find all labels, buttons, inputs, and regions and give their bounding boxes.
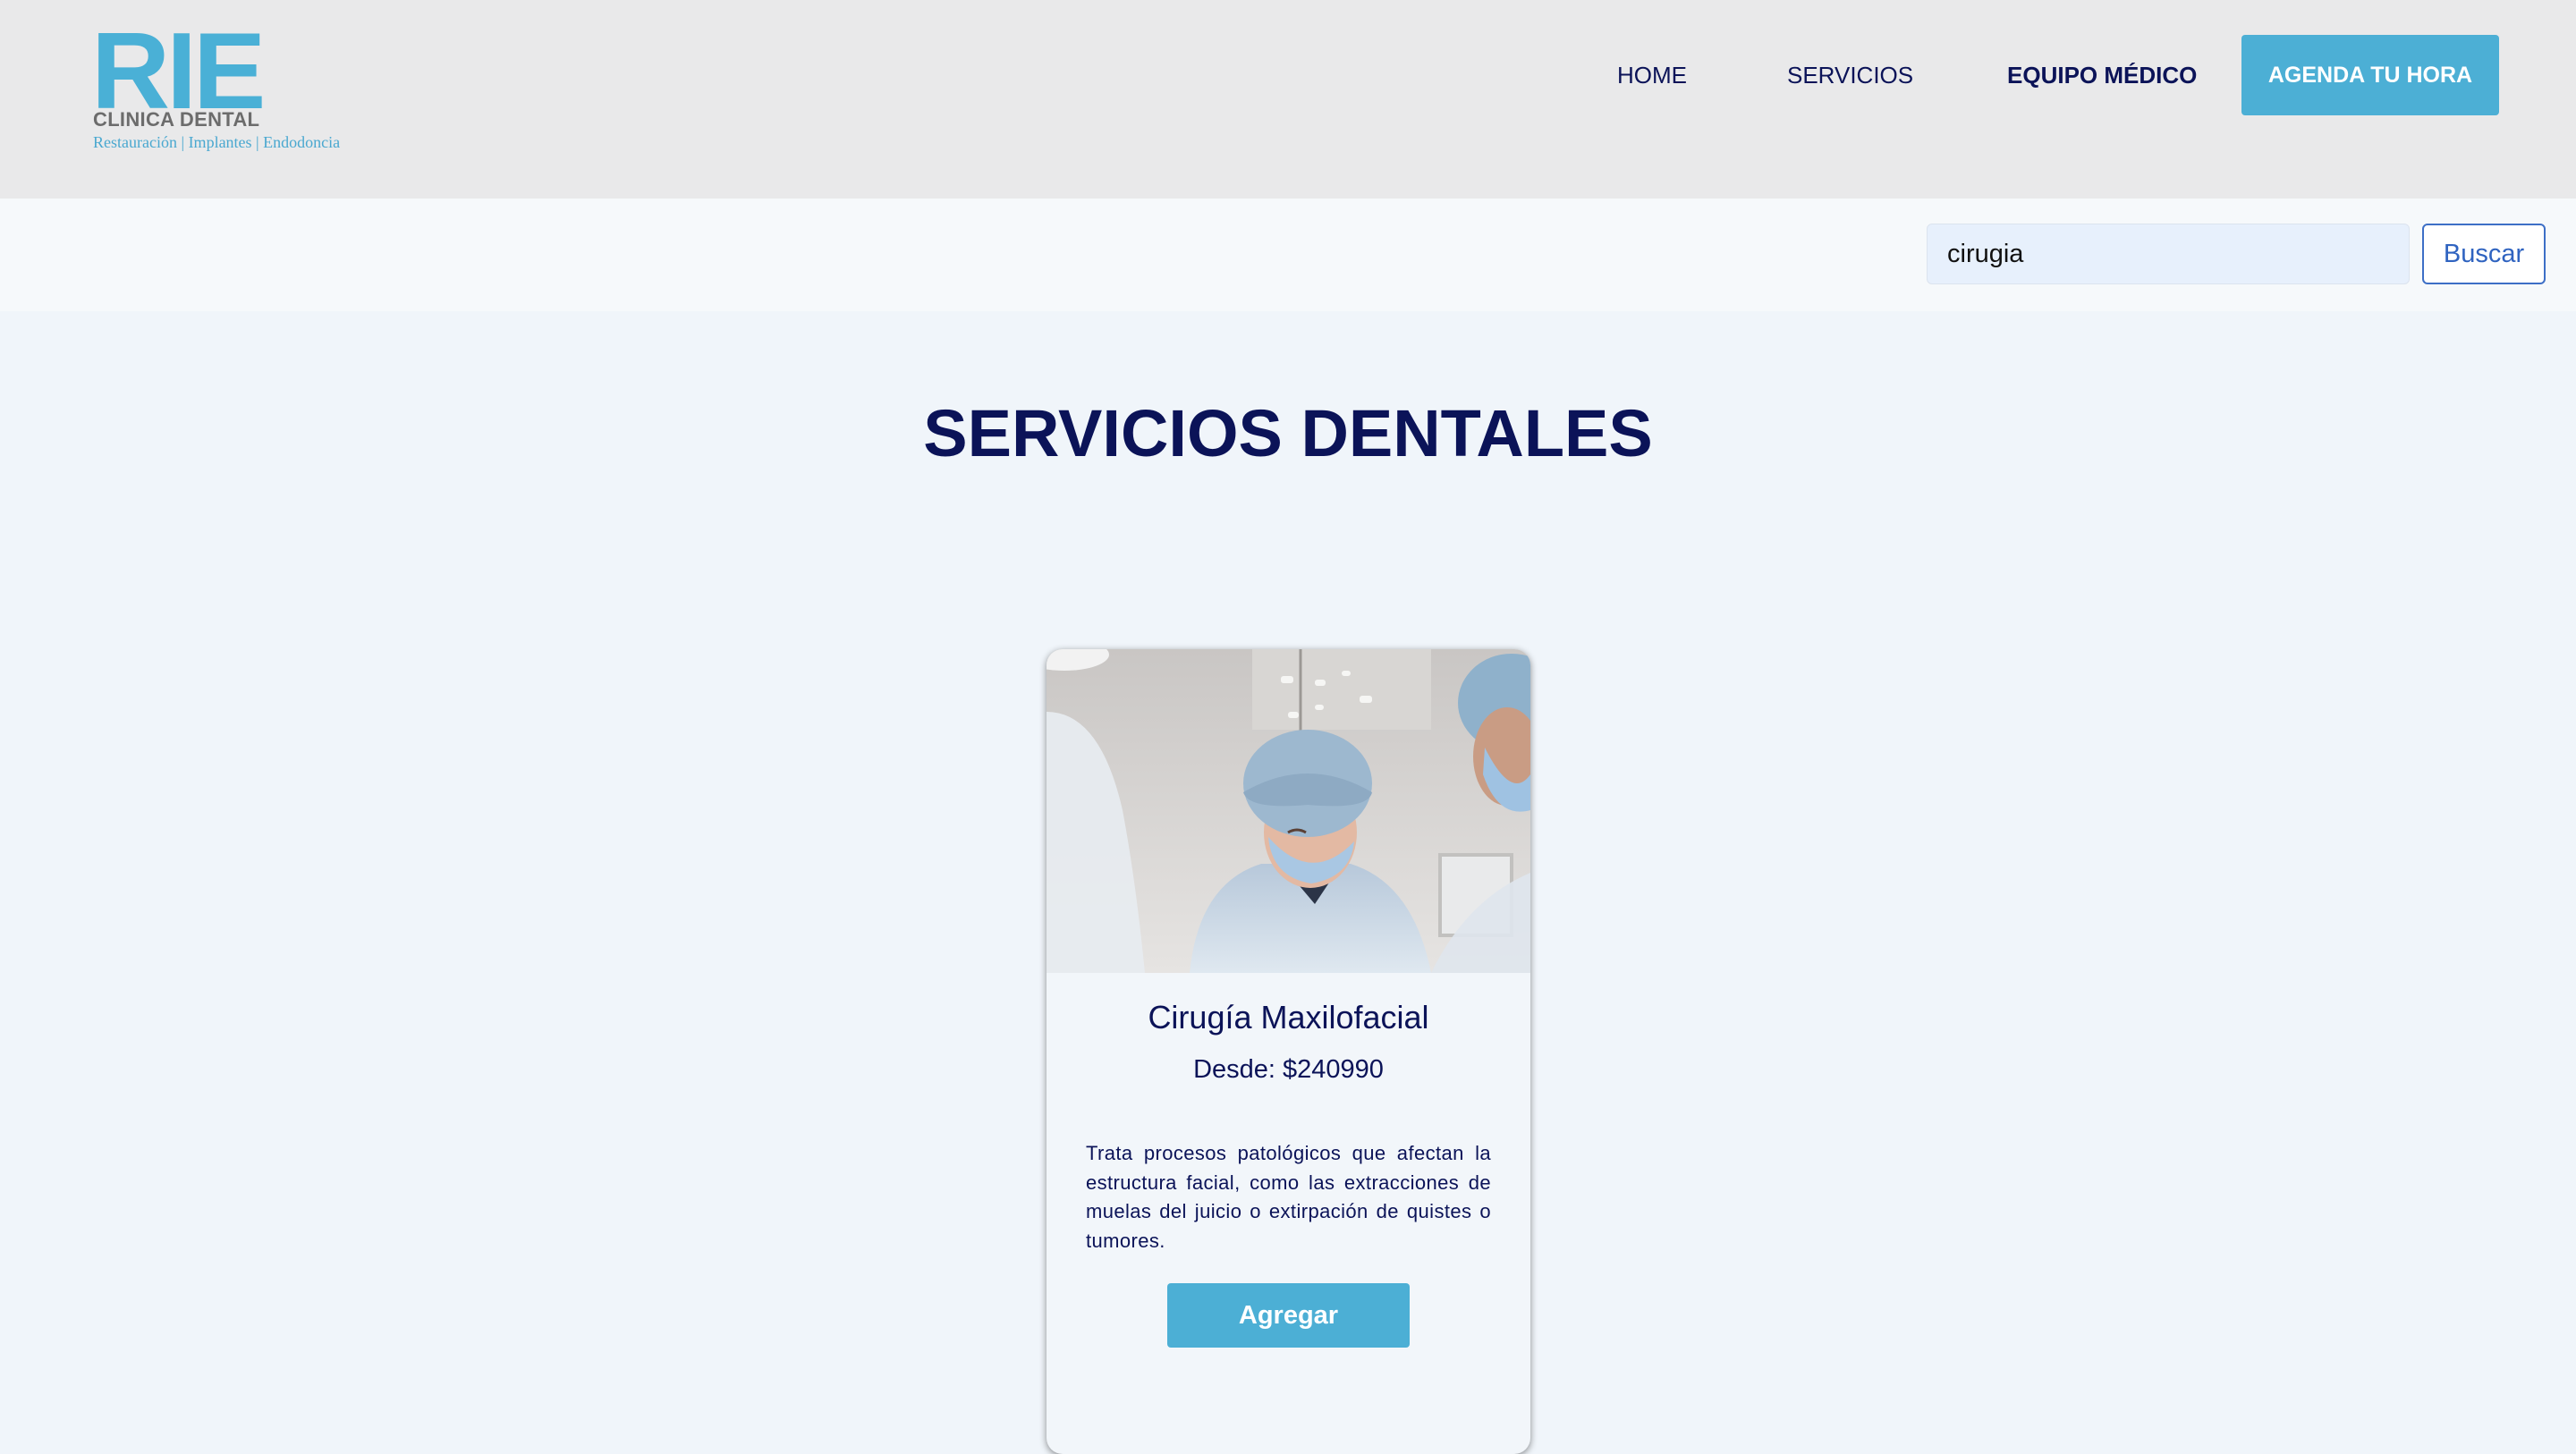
- nav-servicios[interactable]: SERVICIOS: [1787, 59, 1913, 91]
- logo-tagline: Restauración | Implantes | Endodoncia: [93, 133, 341, 151]
- nav-home[interactable]: HOME: [1617, 59, 1687, 91]
- service-price: Desde: $240990: [1193, 1055, 1384, 1084]
- search-button[interactable]: Buscar: [2422, 224, 2546, 284]
- page-title: SERVICIOS DENTALES: [923, 396, 1653, 470]
- service-description: Trata procesos patológicos que afectan l…: [1086, 1142, 1491, 1252]
- service-title: Cirugía Maxilofacial: [1148, 999, 1429, 1036]
- search-input[interactable]: [1927, 224, 2410, 284]
- surgeon-photo-image: [1046, 649, 1530, 973]
- add-service-button[interactable]: Agregar: [1167, 1283, 1410, 1348]
- clinic-logo[interactable]: RIE CLINICA DENTAL Restauración | Implan…: [91, 16, 395, 159]
- agenda-tu-hora-button[interactable]: AGENDA TU HORA: [2241, 35, 2499, 115]
- site-header: RIE CLINICA DENTAL Restauración | Implan…: [0, 0, 2576, 199]
- service-card: Cirugía Maxilofacial Desde: $240990 Trat…: [1046, 649, 1530, 1454]
- nav-equipo-medico[interactable]: EQUIPO MÉDICO: [2007, 59, 2197, 91]
- search-bar: Buscar: [0, 199, 2576, 311]
- logo-subtitle: CLINICA DENTAL: [93, 108, 260, 131]
